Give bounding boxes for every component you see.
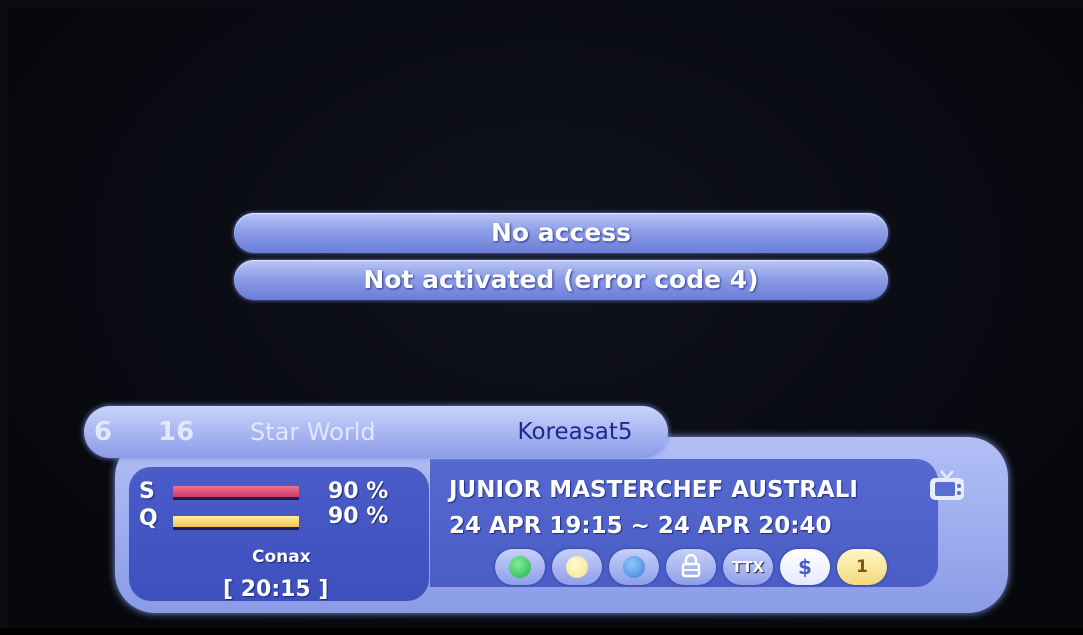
blue-button-icon	[609, 549, 659, 585]
signal-strength-label: S	[139, 479, 155, 504]
program-schedule: 24 APR 19:15 ~ 24 APR 20:40	[449, 513, 832, 539]
signal-quality-label: Q	[139, 506, 158, 531]
channel-number-prefix: 6	[94, 417, 113, 447]
no-access-message: No access	[234, 213, 888, 253]
bar-divider	[173, 527, 299, 530]
lock-icon	[666, 549, 716, 585]
scrambled-icon: $	[780, 549, 830, 585]
channel-info: 6 16 Star World	[92, 411, 484, 453]
yellow-button-icon	[552, 549, 602, 585]
info-banner: S Q 90 % 90 % Conax [ 20:15 ] JUNIOR MAS…	[115, 437, 1008, 613]
channel-number: 16	[158, 417, 195, 447]
audio-track-icon: 1	[837, 549, 887, 585]
tv-icon	[927, 469, 967, 503]
channel-name: Star World	[250, 418, 376, 446]
bar-divider	[173, 497, 299, 500]
signal-strength-value: 90 %	[328, 479, 389, 504]
signal-quality-value: 90 %	[328, 504, 389, 529]
satellite-name: Koreasat5	[517, 419, 633, 445]
green-button-icon	[495, 549, 545, 585]
ca-system-label: Conax	[252, 547, 311, 567]
screen-bezel	[0, 628, 1083, 635]
current-time: [ 20:15 ]	[223, 577, 329, 602]
error-message: Not activated (error code 4)	[234, 260, 888, 300]
channel-tab: 6 16 Star World Koreasat5	[84, 406, 668, 458]
teletext-icon: TTX	[723, 549, 773, 585]
program-title: JUNIOR MASTERCHEF AUSTRALI	[449, 477, 858, 503]
